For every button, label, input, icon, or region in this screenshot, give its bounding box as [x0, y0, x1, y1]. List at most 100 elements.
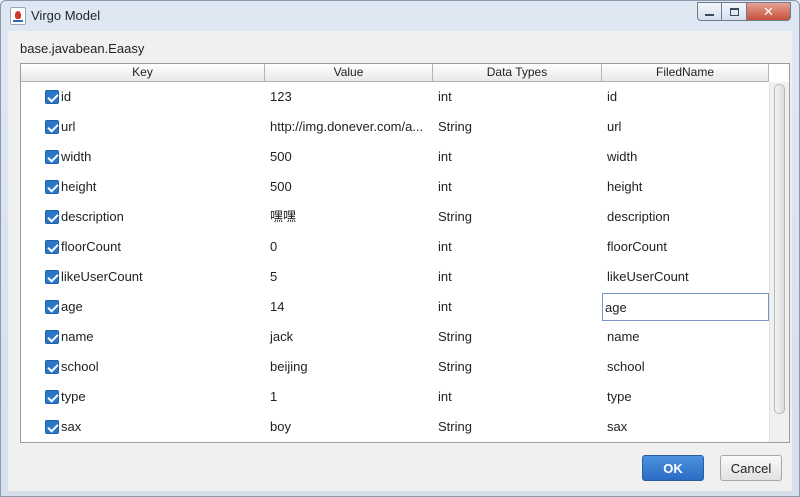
value-cell[interactable]: http://img.donever.com/a... — [265, 112, 433, 142]
field-name-cell[interactable]: type — [602, 382, 769, 412]
key-cell[interactable]: likeUserCount — [21, 262, 265, 292]
table-row[interactable]: floorCount 0 int floorCount — [21, 232, 769, 262]
field-name-cell[interactable]: school — [602, 352, 769, 382]
table-row[interactable]: type 1 int type — [21, 382, 769, 412]
checkbox-checked-icon[interactable] — [45, 90, 59, 104]
field-name-cell[interactable]: width — [602, 142, 769, 172]
key-cell[interactable]: school — [21, 352, 265, 382]
data-type-cell[interactable]: String — [433, 322, 602, 352]
key-label: age — [61, 299, 83, 314]
table-row[interactable]: likeUserCount 5 int likeUserCount — [21, 262, 769, 292]
table-row[interactable]: id 123 int id — [21, 82, 769, 112]
checkbox-checked-icon[interactable] — [45, 330, 59, 344]
value-cell[interactable]: 500 — [265, 142, 433, 172]
table-row[interactable]: description 嘿嘿 String description — [21, 202, 769, 232]
field-name-input[interactable] — [602, 293, 769, 321]
key-label: url — [61, 119, 76, 134]
key-cell[interactable]: height — [21, 172, 265, 202]
close-button[interactable]: ✕ — [747, 2, 791, 21]
minimize-icon — [705, 13, 714, 16]
key-label: sax — [61, 419, 82, 434]
value-cell[interactable]: 0 — [265, 232, 433, 262]
value-cell[interactable]: boy — [265, 412, 433, 442]
table-row[interactable]: height 500 int height — [21, 172, 769, 202]
checkbox-checked-icon[interactable] — [45, 390, 59, 404]
window-title: Virgo Model — [31, 8, 101, 23]
checkbox-checked-icon[interactable] — [45, 300, 59, 314]
key-cell[interactable]: type — [21, 382, 265, 412]
checkbox-checked-icon[interactable] — [45, 180, 59, 194]
data-type-cell[interactable]: int — [433, 382, 602, 412]
table-row[interactable]: name jack String name — [21, 322, 769, 352]
ok-button[interactable]: OK — [642, 455, 704, 481]
key-label: type — [61, 389, 86, 404]
field-name-cell[interactable]: floorCount — [602, 232, 769, 262]
value-cell[interactable]: 嘿嘿 — [265, 202, 433, 232]
minimize-button[interactable] — [697, 2, 722, 21]
table-header: Key Value Data Types FiledName — [21, 64, 769, 82]
data-type-cell[interactable]: String — [433, 352, 602, 382]
key-label: name — [61, 329, 94, 344]
checkbox-checked-icon[interactable] — [45, 360, 59, 374]
scrollbar-thumb[interactable] — [774, 84, 785, 414]
cancel-button[interactable]: Cancel — [720, 455, 782, 481]
dialog-window: Virgo Model ✕ base.javabean.Eaasy Key Va… — [0, 0, 800, 497]
value-cell[interactable]: beijing — [265, 352, 433, 382]
data-type-cell[interactable]: int — [433, 142, 602, 172]
key-cell[interactable]: sax — [21, 412, 265, 442]
maximize-button[interactable] — [722, 2, 747, 21]
key-cell[interactable]: id — [21, 82, 265, 112]
title-bar[interactable]: Virgo Model ✕ — [1, 1, 799, 31]
key-cell[interactable]: url — [21, 112, 265, 142]
checkbox-checked-icon[interactable] — [45, 210, 59, 224]
field-name-cell[interactable]: sax — [602, 412, 769, 442]
key-label: height — [61, 179, 97, 194]
checkbox-checked-icon[interactable] — [45, 270, 59, 284]
vertical-scrollbar[interactable] — [769, 82, 789, 442]
data-type-cell[interactable]: String — [433, 112, 602, 142]
key-cell[interactable]: name — [21, 322, 265, 352]
data-type-cell[interactable]: int — [433, 262, 602, 292]
column-header-data-types[interactable]: Data Types — [433, 64, 602, 82]
table-row[interactable]: school beijing String school — [21, 352, 769, 382]
data-type-cell[interactable]: int — [433, 172, 602, 202]
checkbox-checked-icon[interactable] — [45, 150, 59, 164]
key-label: floorCount — [61, 239, 121, 254]
column-header-value[interactable]: Value — [265, 64, 433, 82]
field-name-cell[interactable]: description — [602, 202, 769, 232]
field-name-cell[interactable]: height — [602, 172, 769, 202]
field-name-cell[interactable]: url — [602, 112, 769, 142]
field-name-cell[interactable] — [602, 292, 769, 322]
data-type-cell[interactable]: String — [433, 412, 602, 442]
key-cell[interactable]: floorCount — [21, 232, 265, 262]
table-row[interactable]: width 500 int width — [21, 142, 769, 172]
data-type-cell[interactable]: String — [433, 202, 602, 232]
value-cell[interactable]: jack — [265, 322, 433, 352]
data-type-cell[interactable]: int — [433, 82, 602, 112]
key-label: likeUserCount — [61, 269, 143, 284]
table-row[interactable]: sax boy String sax — [21, 412, 769, 442]
table-row[interactable]: url http://img.donever.com/a... String url — [21, 112, 769, 142]
column-header-filedname[interactable]: FiledName — [602, 64, 769, 82]
value-cell[interactable]: 500 — [265, 172, 433, 202]
value-cell[interactable]: 5 — [265, 262, 433, 292]
column-header-key[interactable]: Key — [21, 64, 265, 82]
value-cell[interactable]: 1 — [265, 382, 433, 412]
key-label: school — [61, 359, 99, 374]
checkbox-checked-icon[interactable] — [45, 420, 59, 434]
field-name-cell[interactable]: likeUserCount — [602, 262, 769, 292]
key-cell[interactable]: width — [21, 142, 265, 172]
checkbox-checked-icon[interactable] — [45, 120, 59, 134]
data-type-cell[interactable]: int — [433, 232, 602, 262]
value-cell[interactable]: 14 — [265, 292, 433, 322]
field-name-cell[interactable]: id — [602, 82, 769, 112]
value-cell[interactable]: 123 — [265, 82, 433, 112]
checkbox-checked-icon[interactable] — [45, 240, 59, 254]
key-cell[interactable]: age — [21, 292, 265, 322]
data-type-cell[interactable]: int — [433, 292, 602, 322]
key-cell[interactable]: description — [21, 202, 265, 232]
maximize-icon — [729, 7, 739, 16]
table-row[interactable]: age 14 int — [21, 292, 769, 322]
field-name-cell[interactable]: name — [602, 322, 769, 352]
key-label: id — [61, 89, 72, 104]
